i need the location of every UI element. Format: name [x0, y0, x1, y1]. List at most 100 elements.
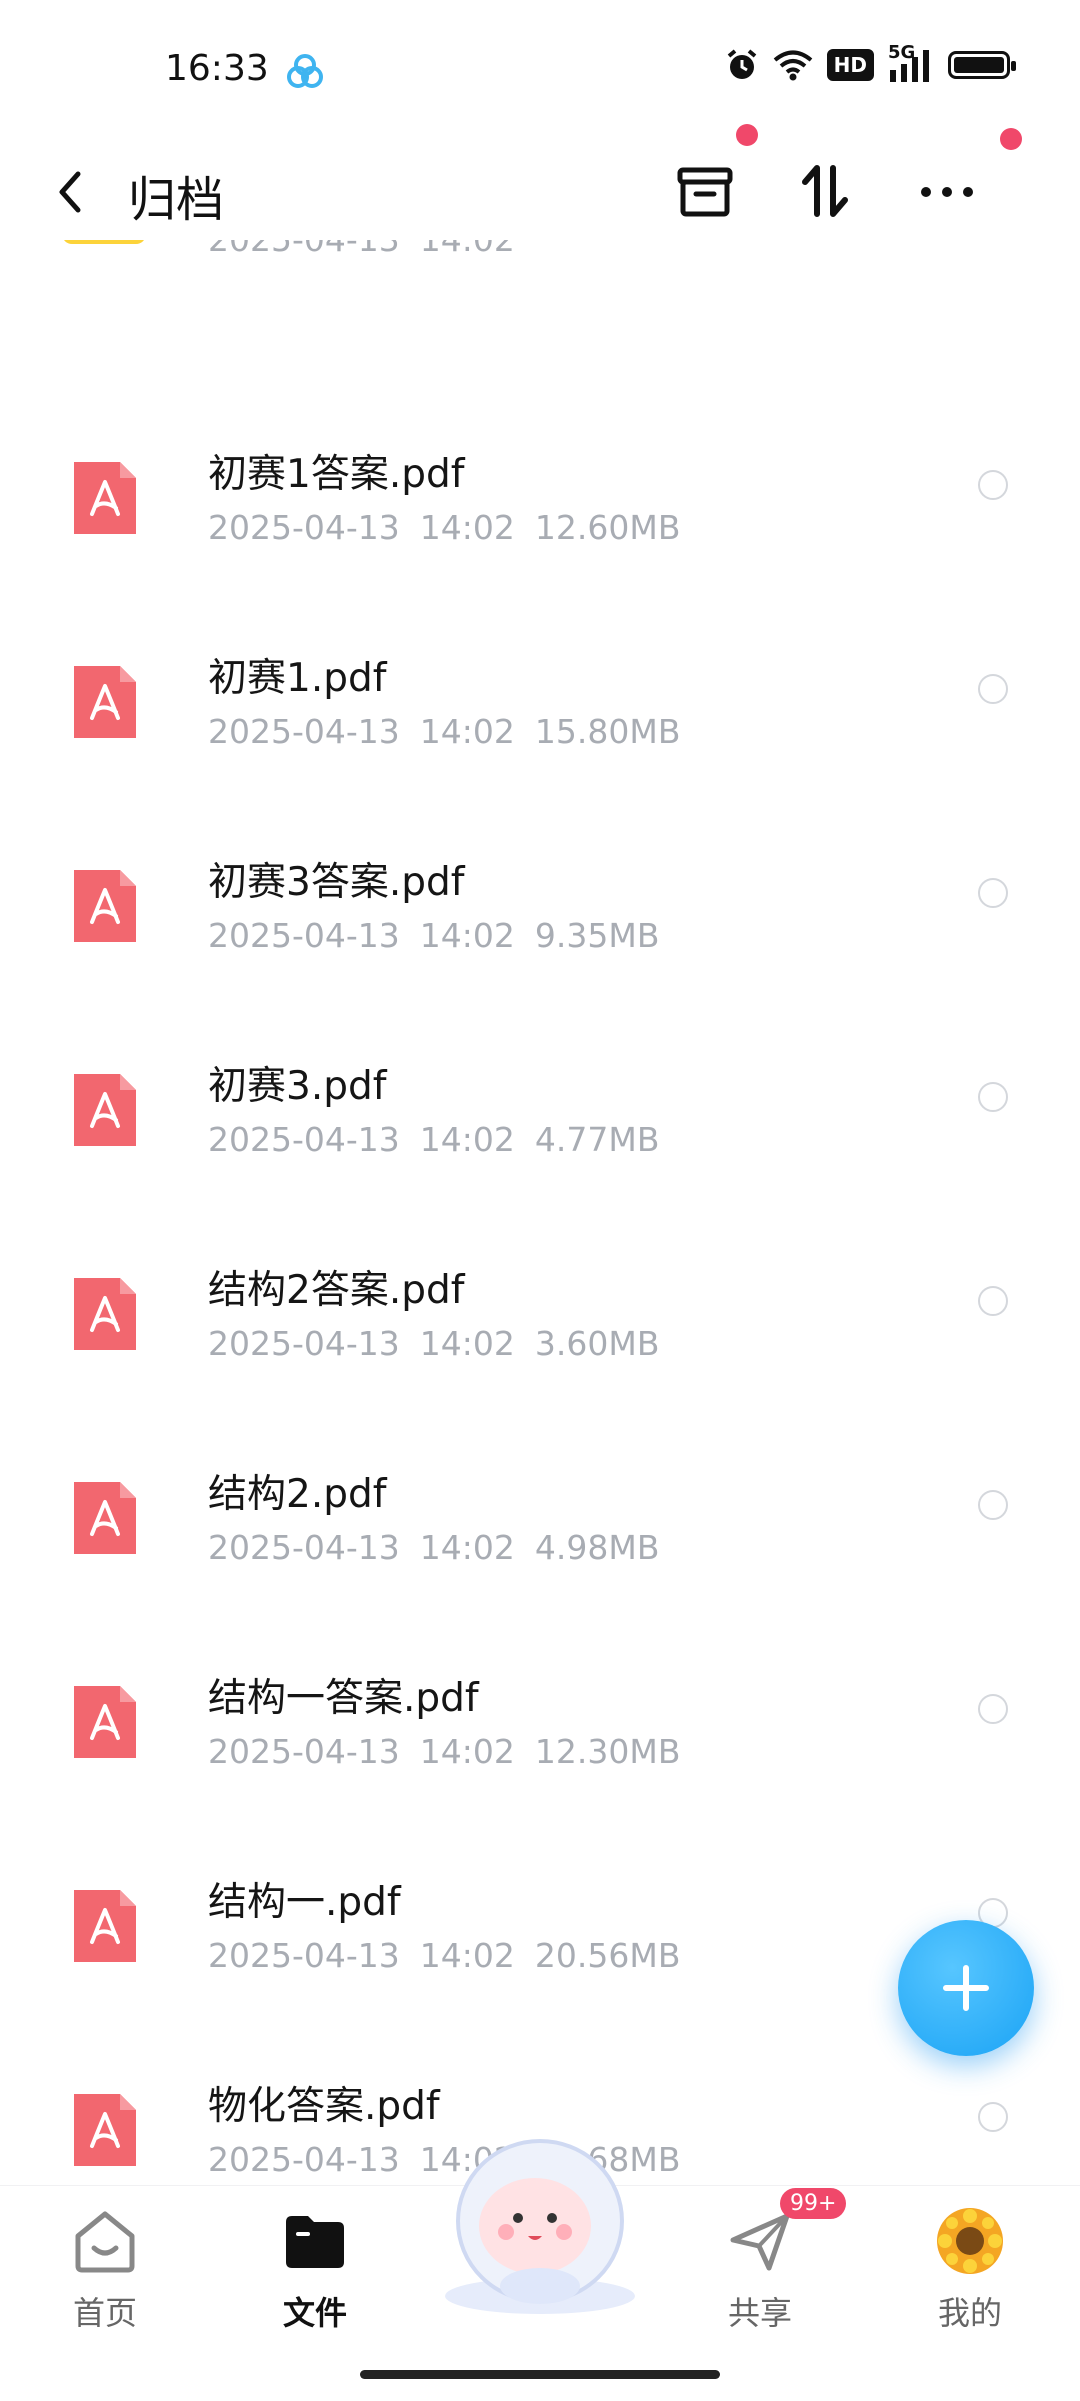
home-icon	[75, 2211, 135, 2273]
file-name: 结构一.pdf	[208, 1880, 401, 1925]
archive-box-icon[interactable]	[670, 156, 740, 226]
file-list: 2025-04-1314:02 初赛1答案.pdf 2025-04-1314:0…	[0, 240, 1080, 2180]
file-meta: 2025-04-1314:02	[208, 240, 535, 259]
file-name: 初赛1答案.pdf	[208, 452, 465, 497]
add-fab-button[interactable]	[898, 1920, 1034, 2056]
file-row[interactable]: 结构2.pdf 2025-04-13 14:02 4.98MB	[0, 1428, 1080, 1632]
alarm-icon	[727, 49, 756, 79]
file-date: 2025-04-13	[208, 1732, 400, 1771]
plus-icon	[943, 1965, 989, 2011]
hd-badge: HD	[826, 49, 874, 81]
file-size: 4.98MB	[534, 1528, 660, 1567]
file-row[interactable]: 初赛3.pdf 2025-04-13 14:02 4.77MB	[0, 1020, 1080, 1224]
file-size: 3.60MB	[534, 1324, 660, 1363]
file-meta: 2025-04-13 14:02 20.56MB	[208, 1936, 700, 1975]
pdf-file-icon	[74, 1482, 136, 1554]
pdf-file-icon	[74, 1890, 136, 1962]
nav-share[interactable]: 共享	[690, 2206, 830, 2334]
file-size: 4.77MB	[534, 1120, 660, 1159]
file-size: 20.56MB	[534, 1936, 681, 1975]
folder-icon	[62, 240, 146, 244]
sort-icon[interactable]	[790, 156, 860, 226]
file-name: 结构2.pdf	[208, 1472, 387, 1517]
file-time: 14:02	[419, 712, 515, 751]
file-date: 2025-04-13	[208, 1936, 400, 1975]
archive-notification-dot	[736, 124, 758, 146]
file-time: 14:02	[419, 1120, 515, 1159]
select-radio[interactable]	[978, 1082, 1008, 1112]
folder-row-partial[interactable]: 2025-04-1314:02	[0, 240, 1080, 408]
pdf-file-icon	[74, 462, 136, 534]
nav-mine[interactable]: 我的	[900, 2206, 1040, 2334]
more-options-icon[interactable]	[912, 156, 982, 226]
app-notification-icon	[287, 54, 323, 88]
file-date: 2025-04-13	[208, 1324, 400, 1363]
file-name: 初赛3答案.pdf	[208, 860, 465, 905]
file-name: 初赛1.pdf	[208, 656, 387, 701]
battery-icon	[948, 51, 1016, 79]
file-row[interactable]: 结构一答案.pdf 2025-04-13 14:02 12.30MB	[0, 1632, 1080, 1836]
file-date: 2025-04-13	[208, 2140, 400, 2179]
nav-files[interactable]: 文件	[245, 2206, 385, 2334]
file-time: 14:02	[419, 916, 515, 955]
nav-home[interactable]: 首页	[35, 2206, 175, 2334]
file-meta: 2025-04-13 14:02 12.60MB	[208, 508, 700, 547]
network-type: 5G	[888, 42, 916, 63]
file-time: 14:02	[419, 1936, 515, 1975]
select-radio[interactable]	[978, 2102, 1008, 2132]
file-meta: 2025-04-13 14:02 3.60MB	[208, 1324, 679, 1363]
file-row[interactable]: 初赛1.pdf 2025-04-13 14:02 15.80MB	[0, 612, 1080, 816]
file-size: 9.35MB	[534, 916, 660, 955]
file-meta: 2025-04-13 14:02 4.77MB	[208, 1120, 679, 1159]
file-date: 2025-04-13	[208, 712, 400, 751]
select-radio[interactable]	[978, 1490, 1008, 1520]
file-size: 12.30MB	[534, 1732, 681, 1771]
select-radio[interactable]	[978, 1694, 1008, 1724]
pdf-file-icon	[74, 2094, 136, 2166]
file-time: 14:02	[419, 1732, 515, 1771]
file-time: 14:02	[419, 1528, 515, 1567]
paper-plane-icon	[730, 2213, 790, 2271]
bottom-navigation: 首页 文件 共享 我的	[0, 2139, 1080, 2401]
file-date: 2025-04-13	[208, 1528, 400, 1567]
pdf-file-icon	[74, 666, 136, 738]
cellular-signal: 5G	[888, 42, 934, 82]
file-size: 12.60MB	[534, 508, 681, 547]
file-row[interactable]: 结构2答案.pdf 2025-04-13 14:02 3.60MB	[0, 1224, 1080, 1428]
file-size: 15.80MB	[534, 712, 681, 751]
file-time: 14:02	[419, 508, 515, 547]
file-row[interactable]: 初赛1答案.pdf 2025-04-13 14:02 12.60MB	[0, 408, 1080, 612]
file-meta: 2025-04-13 14:02 4.98MB	[208, 1528, 679, 1567]
file-meta: 2025-04-13 14:02 9.35MB	[208, 916, 679, 955]
pdf-file-icon	[74, 870, 136, 942]
select-radio[interactable]	[978, 878, 1008, 908]
select-radio[interactable]	[978, 674, 1008, 704]
file-meta: 2025-04-13 14:02 15.80MB	[208, 712, 700, 751]
pdf-file-icon	[74, 1278, 136, 1350]
status-bar: 16:33 HD 5G	[0, 0, 1080, 120]
top-app-bar: 归档	[0, 124, 1080, 250]
file-name: 初赛3.pdf	[208, 1064, 387, 1109]
file-meta: 2025-04-13 14:02 12.30MB	[208, 1732, 700, 1771]
page-title: 归档	[128, 172, 225, 228]
share-badge: 99+	[780, 2188, 847, 2219]
folder-icon	[286, 2216, 344, 2268]
file-row[interactable]: 初赛3答案.pdf 2025-04-13 14:02 9.35MB	[0, 816, 1080, 1020]
pdf-file-icon	[74, 1686, 136, 1758]
file-date: 2025-04-13	[208, 1120, 400, 1159]
home-indicator[interactable]	[360, 2370, 720, 2379]
file-name: 结构2答案.pdf	[208, 1268, 465, 1313]
file-time: 14:02	[419, 1324, 515, 1363]
file-date: 2025-04-13	[208, 508, 400, 547]
file-date: 2025-04-13	[208, 916, 400, 955]
select-radio[interactable]	[978, 470, 1008, 500]
select-radio[interactable]	[978, 1286, 1008, 1316]
file-name: 物化答案.pdf	[208, 2084, 440, 2129]
wifi-icon	[773, 50, 812, 81]
back-arrow-icon[interactable]	[50, 162, 90, 222]
status-icons: HD 5G	[725, 42, 1016, 82]
more-notification-dot	[1000, 128, 1022, 150]
status-time: 16:33	[165, 48, 269, 89]
mascot-icon[interactable]	[430, 2126, 650, 2316]
file-name: 结构一答案.pdf	[208, 1676, 479, 1721]
